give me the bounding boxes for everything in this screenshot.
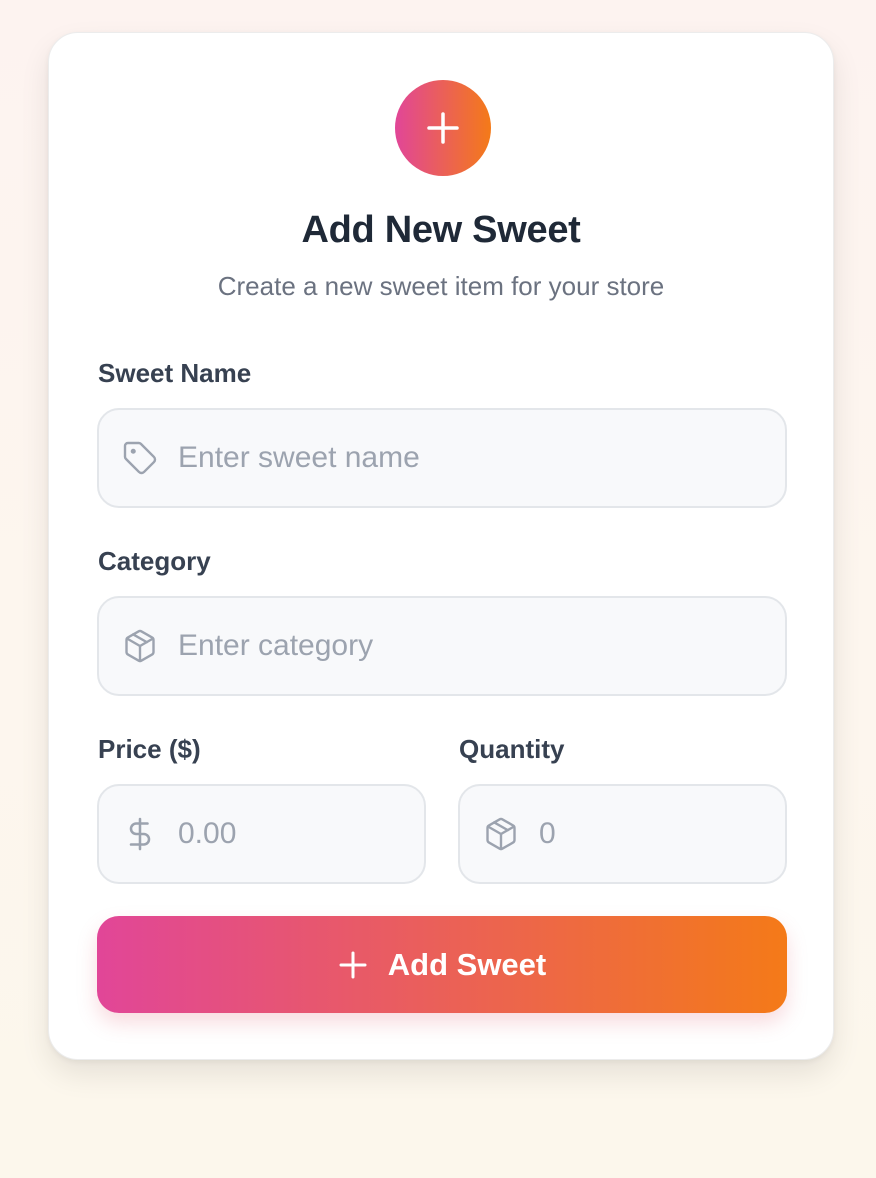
add-sweet-card: Add New Sweet Create a new sweet item fo… [48, 32, 834, 1060]
page-title: Add New Sweet [301, 209, 581, 251]
category-input[interactable] [178, 629, 785, 663]
quantity-input[interactable] [539, 817, 785, 851]
category-label: Category [98, 546, 211, 576]
sweet-name-input[interactable] [178, 441, 785, 475]
package-icon [483, 816, 519, 852]
quantity-label: Quantity [459, 734, 565, 764]
tag-icon [122, 440, 158, 476]
sweet-name-field[interactable] [97, 408, 787, 508]
page-subtitle: Create a new sweet item for your store [217, 271, 665, 301]
price-field[interactable] [97, 784, 426, 884]
price-input[interactable] [178, 817, 424, 851]
category-field[interactable] [97, 596, 787, 696]
plus-icon [338, 950, 368, 980]
quantity-field[interactable] [458, 784, 787, 884]
plus-icon [395, 80, 491, 176]
package-icon [122, 628, 158, 664]
sweet-name-label: Sweet Name [98, 358, 252, 388]
add-sweet-button[interactable]: Add Sweet [97, 916, 787, 1013]
price-label: Price ($) [98, 734, 201, 764]
add-sweet-button-label: Add Sweet [387, 946, 547, 982]
dollar-icon [122, 816, 158, 852]
